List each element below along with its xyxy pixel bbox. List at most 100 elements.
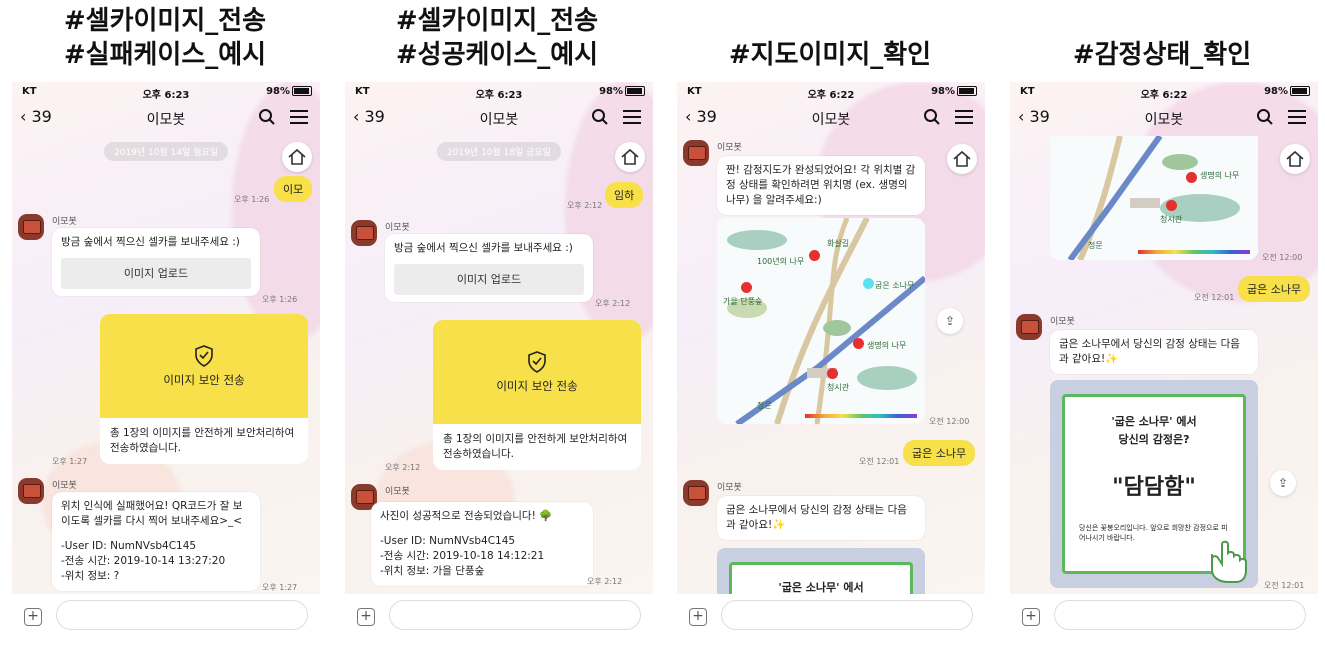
status-bar: KT 오후 6:22 98% — [1010, 82, 1318, 102]
caption-4-line1: #감정상태_확인 — [1072, 40, 1252, 70]
message-time: 오후 1:27 — [52, 457, 88, 466]
map-label: 생명의 나무 — [1200, 171, 1240, 180]
bot-avatar — [683, 140, 709, 166]
sender-name: 이모봇 — [52, 481, 77, 491]
caption-2-line2: #성공케이스_예시 — [395, 40, 599, 70]
bot-message: 사진이 성공적으로 전송되었습니다! 🌳 -User ID: NumNVsb4C… — [371, 502, 593, 586]
location-marker — [809, 250, 820, 261]
attach-plus-icon[interactable]: + — [1022, 608, 1040, 626]
date-divider: 2019년 10월 14일 월요일 — [103, 142, 229, 161]
search-icon[interactable] — [591, 108, 609, 126]
home-icon — [288, 148, 306, 165]
location-marker — [1166, 200, 1177, 211]
location-marker — [741, 282, 752, 293]
nav-bar: ‹ 39 이모봇 — [677, 104, 985, 134]
menu-icon[interactable] — [1288, 110, 1306, 124]
sender-name: 이모봇 — [717, 143, 742, 153]
message-input[interactable] — [1054, 600, 1306, 630]
map-label: 청시관 — [827, 383, 850, 392]
secure-title: 이미지 보안 전송 — [163, 373, 245, 387]
shield-icon — [195, 345, 213, 367]
status-bar: KT 오후 6:22 98% — [677, 82, 985, 102]
selected-location-marker — [863, 278, 874, 289]
message-input[interactable] — [721, 600, 973, 630]
bot-avatar — [683, 480, 709, 506]
home-button[interactable] — [1280, 144, 1310, 174]
caption-1-line1: #셀카이미지_전송 — [63, 6, 267, 36]
message-text: 방금 숲에서 찍으신 셀카를 보내주세요 :) — [61, 236, 240, 248]
message-time: 오후 1:26 — [262, 295, 298, 304]
home-button[interactable] — [615, 142, 645, 172]
input-bar: + — [1010, 594, 1318, 640]
battery-icon — [1290, 86, 1310, 96]
message-time: 오전 12:01 — [1194, 293, 1235, 302]
menu-icon[interactable] — [290, 110, 308, 124]
menu-icon[interactable] — [623, 110, 641, 124]
bot-avatar — [1016, 314, 1042, 340]
menu-icon[interactable] — [955, 110, 973, 124]
home-button[interactable] — [282, 142, 312, 172]
caption-3: #지도이미지_확인 — [665, 38, 995, 72]
map-illustration — [1050, 136, 1258, 260]
attach-plus-icon[interactable]: + — [24, 608, 42, 626]
battery-icon — [957, 86, 977, 96]
user-message: 이모 — [274, 176, 313, 202]
status-bar: KT 오후 6:23 98% — [345, 82, 653, 102]
battery-icon — [292, 86, 312, 96]
battery-indicator: 98% — [266, 86, 312, 97]
image-upload-button[interactable]: 이미지 업로드 — [394, 264, 584, 295]
result-sent-time: -전송 시간: 2019-10-14 13:27:20 — [61, 555, 226, 567]
caption-2: #셀카이미지_전송 #성공케이스_예시 — [332, 4, 662, 72]
image-upload-button[interactable]: 이미지 업로드 — [61, 258, 251, 289]
sender-name: 이모봇 — [1050, 317, 1075, 327]
battery-indicator: 98% — [1264, 86, 1310, 97]
message-input[interactable] — [389, 600, 641, 630]
emotion-color-legend — [805, 414, 917, 418]
attach-plus-icon[interactable]: + — [689, 608, 707, 626]
status-bar: KT 오후 6:23 98% — [12, 82, 320, 102]
user-message: 굽은 소나무 — [903, 440, 976, 466]
share-button[interactable]: ⇪ — [1270, 470, 1296, 496]
message-time: 오전 12:01 — [859, 457, 900, 466]
secure-title: 이미지 보안 전송 — [496, 379, 578, 393]
phone-screen-1: KT 오후 6:23 98% ‹ 39 이모봇 2019년 10월 14일 월요… — [12, 82, 320, 640]
map-label: 청시관 — [1160, 215, 1183, 224]
message-time: 오후 2:12 — [595, 299, 631, 308]
secure-transfer-card: 이미지 보안 전송 총 1장의 이미지를 안전하게 보안처리하여 전송하였습니다… — [100, 314, 308, 464]
battery-indicator: 98% — [931, 86, 977, 97]
battery-indicator: 98% — [599, 86, 645, 97]
location-marker — [853, 338, 864, 349]
caption-2-line1: #셀카이미지_전송 — [395, 6, 599, 36]
result-location: -위치 정보: 가을 단풍숲 — [380, 565, 485, 577]
emotion-map-image: 100년의 나무 화살길 굽은 소나무 가을 단풍숲 생명의 나무 청시관 정문 — [717, 218, 925, 424]
message-time: 오후 2:12 — [385, 463, 421, 472]
input-bar: + — [345, 594, 653, 640]
map-label: 정문 — [1088, 241, 1103, 250]
search-icon[interactable] — [258, 108, 276, 126]
search-icon[interactable] — [923, 108, 941, 126]
nav-bar: ‹ 39 이모봇 — [12, 104, 320, 134]
home-button[interactable] — [947, 144, 977, 174]
message-text: 방금 숲에서 찍으신 셀카를 보내주세요 :) — [394, 242, 573, 254]
message-text: 위치 인식에 실패했어요! QR코드가 잘 보이도록 셀카를 다시 찍어 보내주… — [61, 500, 243, 527]
share-button[interactable]: ⇪ — [937, 308, 963, 334]
location-marker — [1186, 172, 1197, 183]
map-label: 가을 단풍숲 — [723, 297, 763, 306]
result-sent-time: -전송 시간: 2019-10-18 14:12:21 — [380, 550, 545, 562]
message-text: 사진이 성공적으로 전송되었습니다! 🌳 — [380, 510, 553, 522]
message-time: 오후 1:27 — [262, 583, 298, 592]
result-user-id: -User ID: NumNVsb4C145 — [61, 540, 197, 552]
message-input[interactable] — [56, 600, 308, 630]
sender-name: 이모봇 — [385, 487, 410, 497]
search-icon[interactable] — [1256, 108, 1274, 126]
secure-body: 총 1장의 이미지를 안전하게 보안처리하여 전송하였습니다. — [110, 427, 295, 454]
user-message: 굽은 소나무 — [1238, 276, 1311, 302]
input-bar: + — [12, 594, 320, 640]
attach-plus-icon[interactable]: + — [357, 608, 375, 626]
bot-message: 굽은 소나무에서 당신의 감정 상태는 다음과 같아요!✨ — [717, 496, 925, 540]
message-time: 오전 12:00 — [929, 417, 970, 426]
secure-transfer-card: 이미지 보안 전송 총 1장의 이미지를 안전하게 보안처리하여 전송하였습니다… — [433, 320, 641, 470]
map-label: 굽은 소나무 — [875, 281, 915, 290]
sender-name: 이모봇 — [717, 483, 742, 493]
phone-screen-2: KT 오후 6:23 98% ‹ 39 이모봇 2019년 10월 18일 금요… — [345, 82, 653, 640]
